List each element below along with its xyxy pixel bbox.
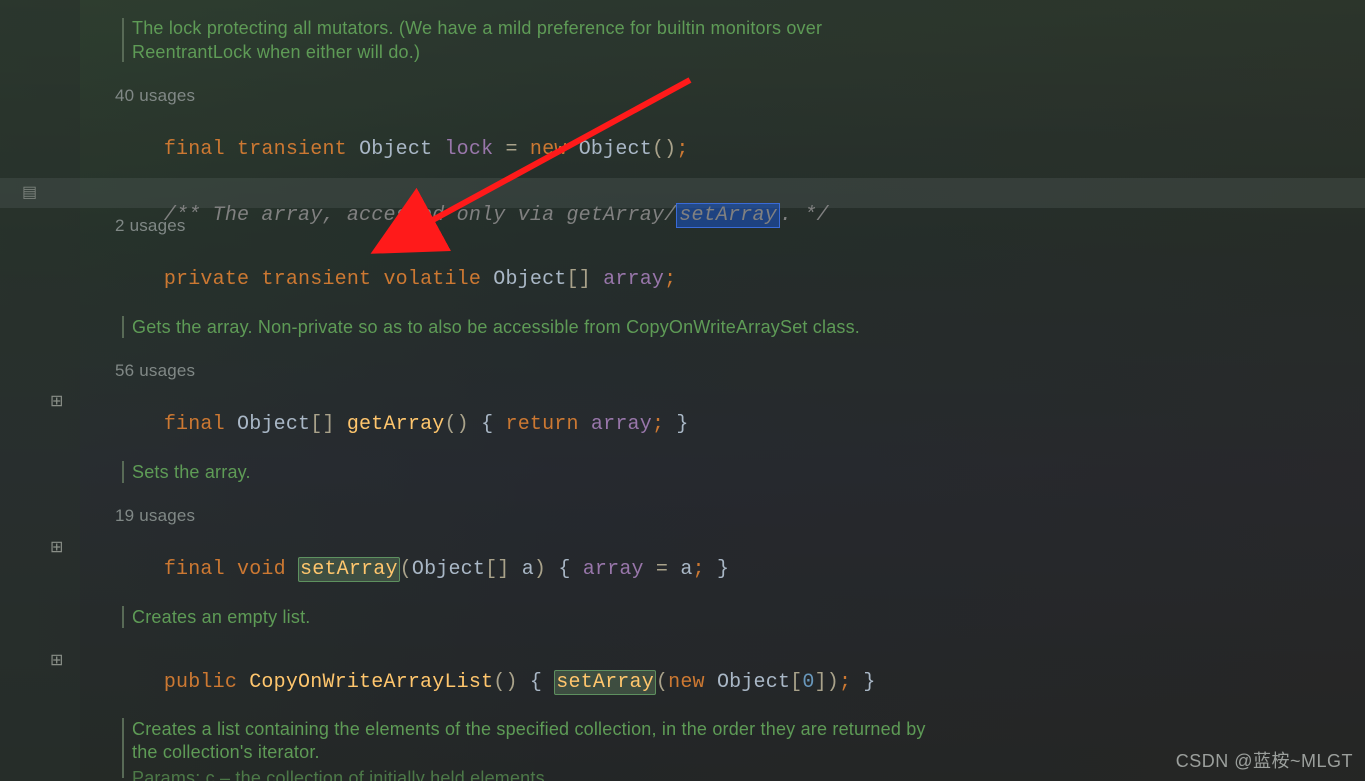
- code-line-lock-decl[interactable]: final transient Object lock = new Object…: [115, 114, 689, 186]
- doc-text: the collection's iterator.: [132, 740, 320, 764]
- paren-close: ): [827, 671, 839, 694]
- doc-params: Params: c – the collection of initially …: [132, 766, 545, 781]
- semicolon: ;: [676, 138, 688, 161]
- param-a: a: [680, 558, 692, 581]
- brace-close: }: [863, 671, 875, 694]
- type-object: Object: [493, 268, 566, 291]
- parens: (): [444, 413, 468, 436]
- semicolon: ;: [664, 268, 676, 291]
- doc-border: [122, 316, 124, 338]
- keyword-transient: transient: [261, 268, 371, 291]
- brace-open: {: [530, 671, 542, 694]
- editor-content[interactable]: The lock protecting all mutators. (We ha…: [0, 0, 1365, 781]
- keyword-new: new: [668, 671, 705, 694]
- doc-border: [122, 461, 124, 483]
- array-brackets: []: [485, 558, 509, 581]
- doc-text: Sets the array.: [132, 460, 251, 484]
- watermark: CSDN @蓝桉~MLGT: [1176, 747, 1353, 773]
- semicolon: ;: [839, 671, 851, 694]
- field-lock: lock: [444, 138, 493, 161]
- paren-open: (: [400, 558, 412, 581]
- doc-border: [122, 718, 124, 778]
- field-array: array: [583, 558, 644, 581]
- brace-close: }: [676, 413, 688, 436]
- comment-text: . */: [780, 204, 829, 227]
- usages-hint[interactable]: 40 usages: [115, 84, 195, 108]
- field-array: array: [591, 413, 652, 436]
- code-line-ctor[interactable]: public CopyOnWriteArrayList() { setArray…: [115, 647, 876, 719]
- keyword-public: public: [164, 671, 237, 694]
- keyword-transient: transient: [237, 138, 347, 161]
- type-object: Object: [579, 138, 652, 161]
- type-object: Object: [412, 558, 485, 581]
- method-setarray-highlight: setArray: [554, 670, 656, 695]
- doc-border: [122, 606, 124, 628]
- semicolon: ;: [652, 413, 664, 436]
- type-object: Object: [359, 138, 432, 161]
- type-object: Object: [237, 413, 310, 436]
- usages-hint[interactable]: 19 usages: [115, 504, 195, 528]
- ctor-name: CopyOnWriteArrayList: [249, 671, 493, 694]
- doc-text: Creates an empty list.: [132, 605, 310, 629]
- array-brackets: []: [310, 413, 334, 436]
- keyword-void: void: [237, 558, 286, 581]
- paren-close: ): [534, 558, 546, 581]
- brace-open: {: [481, 413, 493, 436]
- doc-text: Gets the array. Non-private so as to als…: [132, 315, 860, 339]
- paren-open: (: [656, 671, 668, 694]
- comment-text: /** The array, accessed only via getArra…: [164, 204, 676, 227]
- doc-border: [122, 18, 124, 62]
- usages-hint[interactable]: 56 usages: [115, 359, 195, 383]
- doc-text: ReentrantLock when either will do.): [132, 40, 420, 64]
- brace-close: }: [717, 558, 729, 581]
- code-line-array-decl[interactable]: private transient volatile Object[] arra…: [115, 244, 676, 316]
- method-setarray-highlight: setArray: [298, 557, 400, 582]
- field-array: array: [603, 268, 664, 291]
- equals: =: [644, 558, 681, 581]
- doc-text: Creates a list containing the elements o…: [132, 717, 926, 741]
- semicolon: ;: [693, 558, 705, 581]
- selected-text: setArray: [676, 203, 780, 228]
- keyword-new: new: [530, 138, 567, 161]
- keyword-final: final: [164, 413, 225, 436]
- usages-hint[interactable]: 2 usages: [115, 214, 186, 238]
- keyword-return: return: [506, 413, 579, 436]
- code-line-array-javadoc[interactable]: /** The array, accessed only via getArra…: [115, 180, 829, 252]
- equals: =: [493, 138, 530, 161]
- type-object: Object: [717, 671, 790, 694]
- keyword-final: final: [164, 138, 225, 161]
- parens: (): [652, 138, 676, 161]
- keyword-private: private: [164, 268, 249, 291]
- array-brackets: []: [567, 268, 591, 291]
- method-getarray: getArray: [347, 413, 445, 436]
- keyword-volatile: volatile: [383, 268, 481, 291]
- code-line-setarray[interactable]: final void setArray(Object[] a) { array …: [115, 534, 729, 606]
- parens: (): [493, 671, 517, 694]
- literal-zero: 0: [802, 671, 814, 694]
- doc-text: The lock protecting all mutators. (We ha…: [132, 16, 822, 40]
- param-a: a: [522, 558, 534, 581]
- code-line-getarray[interactable]: final Object[] getArray() { return array…: [115, 389, 689, 461]
- keyword-final: final: [164, 558, 225, 581]
- brace-open: {: [558, 558, 570, 581]
